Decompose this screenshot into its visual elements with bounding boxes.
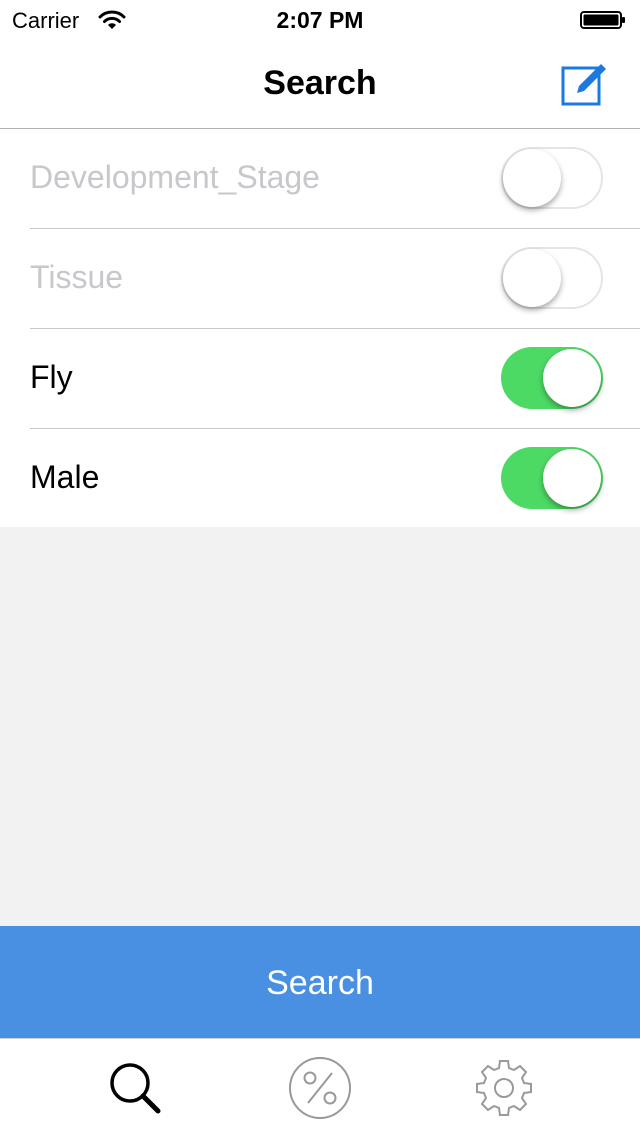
toggle-knob — [503, 249, 561, 307]
toggle-switch[interactable] — [501, 347, 603, 409]
search-button[interactable]: Search — [0, 926, 640, 1038]
percent-icon[interactable] — [287, 1055, 353, 1121]
filter-list: Development_Stage Tissue Fly Male — [0, 129, 640, 527]
filter-label: Tissue — [30, 259, 124, 295]
gear-icon[interactable] — [471, 1055, 537, 1121]
battery-icon — [580, 11, 625, 29]
filter-label: Male — [30, 459, 100, 495]
search-icon[interactable] — [102, 1055, 168, 1121]
filter-label: Fly — [30, 359, 73, 395]
status-time: 2:07 PM — [276, 7, 364, 33]
toggle-switch[interactable] — [501, 247, 603, 309]
toggle-switch[interactable] — [501, 147, 603, 209]
compose-icon[interactable] — [556, 60, 612, 110]
toggle-knob — [543, 349, 601, 407]
tab-bar — [0, 1038, 640, 1136]
filter-row-fly: Fly — [0, 329, 640, 429]
toggle-switch[interactable] — [501, 447, 603, 509]
toggle-knob — [503, 149, 561, 207]
filter-row-tissue: Tissue — [0, 229, 640, 329]
filter-row-male: Male — [0, 429, 640, 529]
navigation-bar: Search — [0, 40, 640, 129]
filter-label: Development_Stage — [30, 159, 320, 195]
filter-row-development-stage: Development_Stage — [0, 129, 640, 229]
toggle-knob — [543, 449, 601, 507]
status-bar: Carrier 2:07 PM — [0, 0, 640, 40]
page-title: Search — [263, 64, 377, 102]
